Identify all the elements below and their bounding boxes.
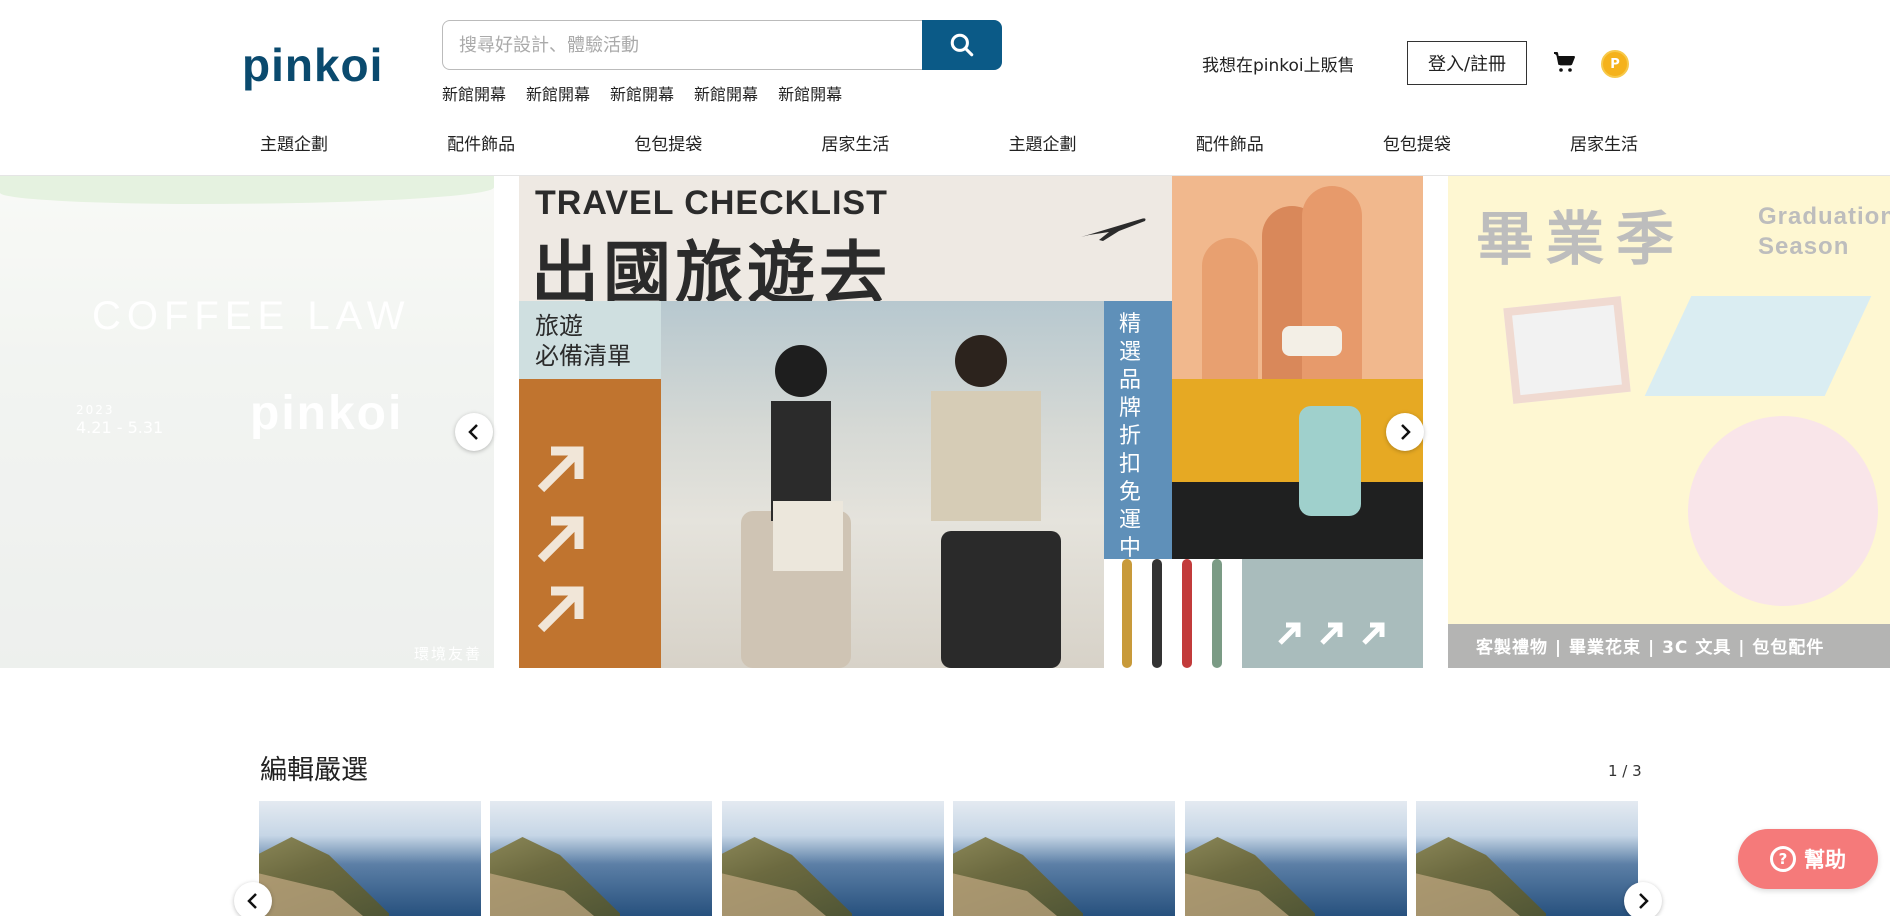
pick-card[interactable] [259, 801, 481, 916]
search-input[interactable] [442, 20, 923, 70]
banner-product-image [1104, 559, 1242, 668]
airplane-icon [1081, 218, 1146, 241]
category-nav-item[interactable]: 居家生活 [1570, 130, 1638, 155]
pick-card[interactable] [953, 801, 1175, 916]
arrow-up-right-icon [537, 446, 584, 633]
picks-next-button[interactable] [1624, 882, 1662, 916]
banner-vertical-label: 精選品牌折扣免運中 [1119, 312, 1142, 561]
chevron-left-icon [468, 424, 478, 440]
banner-next-button[interactable] [1386, 413, 1424, 451]
banner-slide-previous[interactable]: COFFEE LAW 2023 4.21 - 5.31 pinkoi 環境友善 [0, 176, 494, 668]
category-nav-item[interactable]: 配件飾品 [447, 130, 515, 155]
hot-keyword[interactable]: 新館開幕 [778, 81, 842, 105]
pick-card[interactable] [1185, 801, 1407, 916]
inactive-slide-overlay [0, 176, 494, 668]
search-bar [442, 20, 1002, 70]
category-nav-item[interactable]: 居家生活 [821, 130, 889, 155]
editor-picks-list [259, 801, 1639, 916]
pager-indicator: 1 / 3 [1608, 762, 1642, 780]
banner-photo [661, 301, 1104, 668]
chevron-right-icon [1639, 893, 1649, 909]
banner-product-image [1172, 176, 1423, 379]
chevron-right-icon [1401, 424, 1411, 440]
hot-keywords: 新館開幕 新館開幕 新館開幕 新館開幕 新館開幕 [442, 81, 842, 105]
banner-panel [519, 379, 661, 668]
picks-prev-button[interactable] [234, 882, 272, 916]
category-nav-item[interactable]: 主題企劃 [1009, 130, 1077, 155]
help-label: 幫助 [1804, 848, 1846, 872]
sell-on-pinkoi-link[interactable]: 我想在pinkoi上販售 [1202, 51, 1355, 76]
banner-prev-button[interactable] [455, 413, 493, 451]
chevron-left-icon [247, 893, 257, 909]
hot-keyword[interactable]: 新館開幕 [694, 81, 758, 105]
banner-product-image [1172, 482, 1423, 559]
category-nav-item[interactable]: 包包提袋 [1383, 130, 1451, 155]
section-title: 編輯嚴選 [260, 755, 368, 786]
login-register-button[interactable]: 登入/註冊 [1407, 41, 1527, 85]
arrow-up-right-icon [1278, 622, 1385, 645]
banner-side-label: 旅遊 必備清單 [535, 312, 631, 370]
banner-slide-next[interactable]: 畢業季 Graduation Season 客製禮物 | 畢業花束 | 3C 文… [1448, 176, 1890, 668]
category-nav: 主題企劃 配件飾品 包包提袋 居家生活 主題企劃 配件飾品 包包提袋 居家生活 [260, 130, 1638, 155]
hot-keyword[interactable]: 新館開幕 [526, 81, 590, 105]
search-icon [950, 33, 974, 57]
pick-card[interactable] [490, 801, 712, 916]
category-nav-item[interactable]: 主題企劃 [260, 130, 328, 155]
banner-slide-current[interactable]: TRAVEL CHECKLIST 出國旅遊去 旅遊 必備清單 精選品牌折扣免運中 [519, 176, 1423, 668]
help-button[interactable]: ? 幫助 [1738, 829, 1878, 889]
pinkoi-coin-icon[interactable]: P [1601, 50, 1629, 78]
inactive-slide-overlay [1448, 176, 1890, 668]
banner-panel [1242, 559, 1423, 668]
cart-icon[interactable] [1552, 50, 1576, 74]
category-nav-item[interactable]: 包包提袋 [634, 130, 702, 155]
hot-keyword[interactable]: 新館開幕 [610, 81, 674, 105]
pick-card[interactable] [722, 801, 944, 916]
question-icon: ? [1770, 846, 1796, 872]
banner-product-phone [1299, 406, 1361, 516]
pick-card[interactable] [1416, 801, 1638, 916]
category-nav-item[interactable]: 配件飾品 [1196, 130, 1264, 155]
pinkoi-logo[interactable]: pinkoi [242, 38, 383, 92]
search-button[interactable] [922, 20, 1002, 70]
hot-keyword[interactable]: 新館開幕 [442, 81, 506, 105]
